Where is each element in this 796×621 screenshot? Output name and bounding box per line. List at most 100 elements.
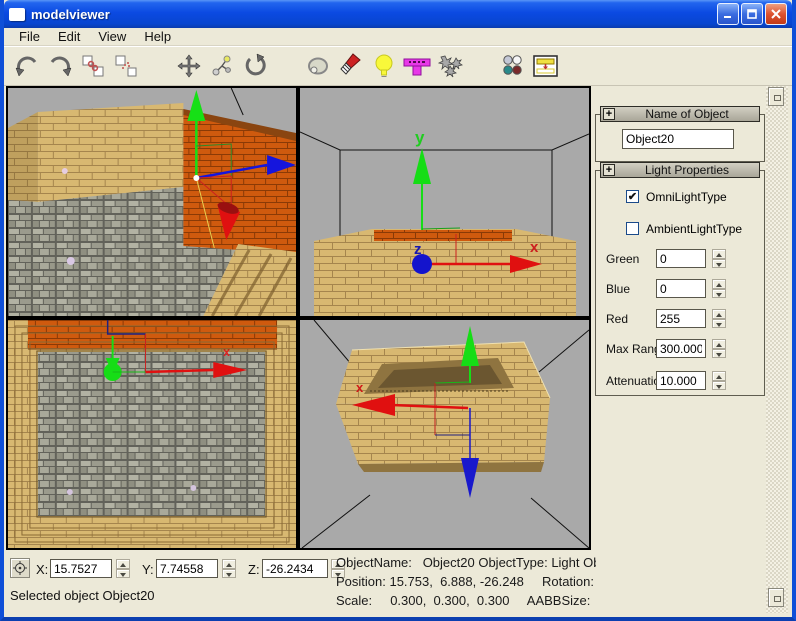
blue-label: Blue bbox=[606, 282, 630, 296]
unlink-button[interactable] bbox=[109, 50, 142, 82]
name-group-header[interactable]: + Name of Object bbox=[600, 106, 760, 122]
menu-help[interactable]: Help bbox=[135, 28, 180, 45]
render-settings-button[interactable] bbox=[529, 50, 562, 82]
blue-spinner[interactable] bbox=[712, 279, 726, 298]
move-icon bbox=[176, 53, 202, 79]
lightbulb-icon bbox=[371, 53, 397, 79]
viewport-top[interactable]: x bbox=[8, 320, 296, 548]
snap-target-button[interactable] bbox=[10, 558, 30, 578]
paintbrush-icon bbox=[338, 53, 364, 79]
green-input[interactable] bbox=[656, 249, 706, 268]
redo-button[interactable] bbox=[43, 50, 76, 82]
paint-button[interactable] bbox=[334, 50, 367, 82]
blue-row: Blue bbox=[596, 279, 764, 299]
blue-input[interactable] bbox=[656, 279, 706, 298]
viewport-grid: y z x bbox=[6, 86, 591, 550]
maximize-button[interactable] bbox=[741, 3, 763, 25]
attenuation-input[interactable] bbox=[656, 371, 706, 390]
unlink-icon bbox=[113, 53, 139, 79]
maximize-icon bbox=[746, 8, 758, 20]
attenuation-label: Attenuatio bbox=[606, 374, 656, 388]
link-button[interactable] bbox=[76, 50, 109, 82]
omni-light-label: OmniLightType bbox=[646, 190, 727, 204]
rotate-icon bbox=[242, 53, 268, 79]
orbit-button[interactable] bbox=[301, 50, 334, 82]
max-range-row: Max Rang bbox=[596, 339, 764, 359]
ambient-light-label: AmbientLightType bbox=[646, 222, 742, 236]
window-title: modelviewer bbox=[31, 7, 717, 22]
light-group-header[interactable]: + Light Properties bbox=[600, 162, 760, 178]
status-line-objectname: ObjectName: Object20 ObjectType: Light O… bbox=[336, 553, 596, 572]
viewport-front[interactable]: y z x bbox=[300, 88, 589, 316]
app-window: modelviewer File Edit View Help bbox=[0, 0, 796, 621]
rotate-button[interactable] bbox=[238, 50, 271, 82]
axis-z-label: z bbox=[414, 241, 422, 258]
viewport-perspective-2[interactable]: x bbox=[300, 320, 589, 548]
light-properties-group: + Light Properties ✔ OmniLightType Ambie… bbox=[595, 170, 765, 396]
render-settings-icon bbox=[532, 53, 560, 79]
link-icon bbox=[80, 53, 106, 79]
green-spinner[interactable] bbox=[712, 249, 726, 268]
menu-bar: File Edit View Help bbox=[4, 28, 792, 46]
title-bar[interactable]: modelviewer bbox=[4, 0, 792, 28]
green-label: Green bbox=[606, 252, 639, 266]
max-range-label: Max Rang bbox=[606, 342, 656, 356]
undo-button[interactable] bbox=[10, 50, 43, 82]
max-range-input[interactable] bbox=[656, 339, 706, 358]
pivot-widget-icon bbox=[402, 53, 432, 79]
undo-icon bbox=[14, 53, 40, 79]
x-coord-label: X: bbox=[36, 562, 48, 577]
attenuation-spinner[interactable] bbox=[712, 371, 726, 390]
menu-view[interactable]: View bbox=[89, 28, 135, 45]
y-coord-label: Y: bbox=[142, 562, 154, 577]
red-row: Red bbox=[596, 309, 764, 329]
z-coord-input[interactable] bbox=[262, 559, 328, 578]
grip-top-button[interactable] bbox=[768, 87, 784, 106]
viewport-perspective[interactable] bbox=[8, 88, 296, 316]
menu-file[interactable]: File bbox=[10, 28, 49, 45]
axis-x-label: x bbox=[223, 345, 230, 359]
minimize-icon bbox=[722, 8, 734, 20]
status-line-position: Position: 15.753, 6.888, -26.248 Rotatio… bbox=[336, 572, 596, 591]
main-area: y z x bbox=[4, 86, 792, 550]
axis-x-label: x bbox=[356, 380, 364, 395]
red-spinner[interactable] bbox=[712, 309, 726, 328]
status-line-scale: Scale: 0.300, 0.300, 0.300 AABBSize: bbox=[336, 591, 596, 610]
object-status-block: ObjectName: Object20 ObjectType: Light O… bbox=[336, 553, 596, 613]
object-name-input[interactable] bbox=[622, 129, 734, 149]
move-button[interactable] bbox=[172, 50, 205, 82]
omni-light-row: ✔ OmniLightType bbox=[596, 188, 764, 208]
name-of-object-group: + Name of Object bbox=[595, 114, 765, 162]
bottom-bar: X: Y: Z: Selected object Object20 Object… bbox=[4, 550, 792, 617]
close-button[interactable] bbox=[765, 3, 787, 25]
pivot-button[interactable] bbox=[400, 50, 433, 82]
expand-icon[interactable]: + bbox=[603, 108, 615, 120]
properties-panel: + Name of Object + Light Properties ✔ Om… bbox=[591, 86, 770, 550]
expand-icon[interactable]: + bbox=[603, 164, 615, 176]
orbit-camera-icon bbox=[304, 53, 332, 79]
omni-light-checkbox[interactable]: ✔ bbox=[626, 190, 639, 203]
crosshair-icon bbox=[13, 561, 27, 575]
y-coord-input[interactable] bbox=[156, 559, 218, 578]
dock-grip-strip bbox=[766, 86, 788, 613]
materials-button[interactable] bbox=[496, 50, 529, 82]
ambient-light-row: AmbientLightType bbox=[596, 220, 764, 240]
menu-edit[interactable]: Edit bbox=[49, 28, 89, 45]
x-coord-input[interactable] bbox=[50, 559, 112, 578]
attenuation-row: Attenuatio bbox=[596, 371, 764, 391]
axis-x-label: x bbox=[530, 239, 539, 256]
app-icon bbox=[9, 8, 25, 21]
grip-bottom-button[interactable] bbox=[768, 588, 784, 607]
x-coord-spinner[interactable] bbox=[116, 559, 130, 578]
max-range-spinner[interactable] bbox=[712, 339, 726, 358]
ambient-light-checkbox[interactable] bbox=[626, 222, 639, 235]
close-icon bbox=[770, 8, 782, 20]
vertex-button[interactable] bbox=[205, 50, 238, 82]
z-coord-label: Z: bbox=[248, 562, 260, 577]
particles-button[interactable] bbox=[433, 50, 466, 82]
minimize-button[interactable] bbox=[717, 3, 739, 25]
red-input[interactable] bbox=[656, 309, 706, 328]
light-button[interactable] bbox=[367, 50, 400, 82]
y-coord-spinner[interactable] bbox=[222, 559, 236, 578]
redo-icon bbox=[47, 53, 73, 79]
